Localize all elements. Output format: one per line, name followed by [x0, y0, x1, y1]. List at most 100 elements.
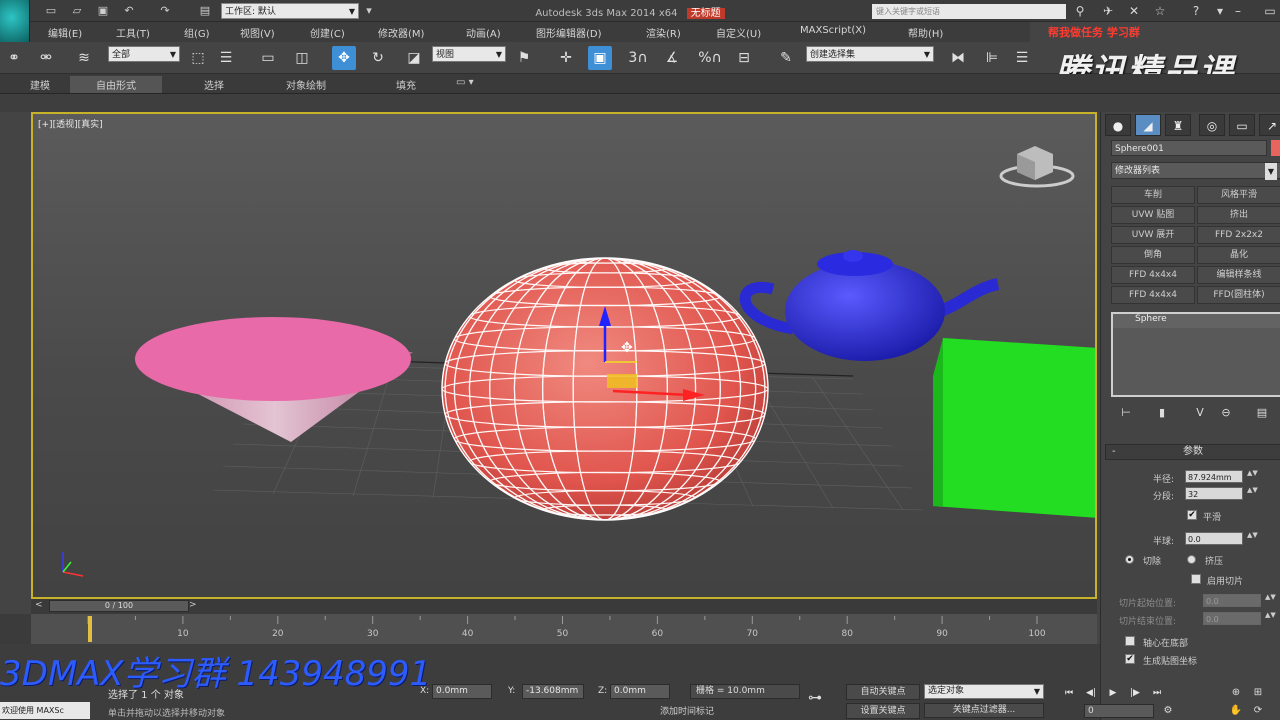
select-link-icon[interactable]: ⚭	[2, 46, 26, 70]
utilities-tab-icon[interactable]: ↗	[1259, 114, 1280, 136]
modifier-button[interactable]: 晶化	[1197, 246, 1280, 264]
save-icon[interactable]: ▣	[96, 4, 110, 17]
workspace-select[interactable]: 工作区: 默认 ▼	[221, 3, 359, 19]
track-bar-toggle[interactable]	[0, 614, 31, 644]
viewport-label[interactable]: [+][透视][真实]	[38, 117, 103, 130]
radius-spinner[interactable]: ▲▼	[1247, 470, 1258, 483]
parameters-rollout-header[interactable]: - 参数	[1105, 444, 1280, 460]
maximize-icon[interactable]: ▭	[1262, 4, 1278, 18]
play-icon[interactable]: ▶	[1104, 686, 1122, 700]
go-to-start-icon[interactable]: ⏮	[1060, 686, 1078, 700]
key-filters-button[interactable]: 关键点过滤器...	[924, 703, 1044, 718]
redo-icon[interactable]: ↷	[158, 4, 172, 17]
prev-frame-arrow-icon[interactable]: <	[35, 600, 43, 610]
menu-maxscript[interactable]: MAXScript(X)	[800, 25, 866, 36]
add-time-tag-button[interactable]: 添加时间标记	[660, 704, 714, 717]
spinner-snap-icon[interactable]: ⊟	[732, 46, 756, 70]
menu-modifiers[interactable]: 修改器(M)	[378, 25, 424, 40]
select-rotate-icon[interactable]: ↻	[366, 46, 390, 70]
chop-radio[interactable]	[1125, 555, 1134, 564]
current-frame-field[interactable]: 0	[1084, 704, 1154, 718]
modifier-button[interactable]: FFD 4x4x4	[1111, 266, 1195, 284]
select-manipulate-icon[interactable]: ✛	[554, 46, 578, 70]
segments-field[interactable]: 32	[1185, 487, 1243, 500]
object-color-swatch[interactable]	[1271, 140, 1280, 156]
maxscript-listener[interactable]: 欢迎使用 MAXSc	[0, 702, 90, 719]
set-key-button[interactable]: 设置关键点	[846, 703, 920, 719]
help-dropdown-icon[interactable]: ▾	[1212, 4, 1228, 18]
modifier-list-select[interactable]: 修改器列表 ▼	[1111, 162, 1280, 180]
remove-modifier-icon[interactable]: ⊖	[1215, 404, 1237, 422]
select-object-icon[interactable]: ⬚	[186, 46, 210, 70]
menu-graph-editors[interactable]: 图形编辑器(D)	[536, 25, 602, 40]
rect-selection-icon[interactable]: ▭	[256, 46, 280, 70]
unlink-icon[interactable]: ⚮	[34, 46, 58, 70]
perspective-viewport[interactable]: ✥ [+][透视][真实]	[31, 112, 1097, 599]
motion-tab-icon[interactable]: ◎	[1199, 114, 1225, 136]
show-end-result-icon[interactable]: ▮	[1151, 404, 1173, 422]
menu-rendering[interactable]: 渲染(R)	[646, 25, 681, 40]
y-coord-field[interactable]: -13.608mm	[522, 684, 584, 699]
squash-radio[interactable]	[1187, 555, 1196, 564]
go-to-end-icon[interactable]: ⏭	[1148, 686, 1166, 700]
ribbon-options-icon[interactable]: ▭ ▾	[456, 77, 474, 88]
orbit-icon[interactable]: ⟳	[1250, 704, 1266, 718]
time-config-icon[interactable]: ⚙	[1160, 704, 1176, 718]
modifier-button[interactable]: 编辑样条线	[1197, 266, 1280, 284]
quick-access-dropdown-icon[interactable]: ▾	[362, 4, 376, 17]
menu-tools[interactable]: 工具(T)	[116, 25, 150, 40]
mirror-icon[interactable]: ⧓	[946, 46, 970, 70]
modifier-button[interactable]: UVW 展开	[1111, 226, 1195, 244]
key-filter-select[interactable]: 选定对象 ▼	[924, 684, 1044, 699]
open-file-icon[interactable]: ▱	[70, 4, 84, 17]
display-tab-icon[interactable]: ▭	[1229, 114, 1255, 136]
modifier-button[interactable]: FFD(圆柱体)	[1197, 286, 1280, 304]
slice-from-spinner[interactable]: ▲▼	[1265, 594, 1276, 607]
modifier-button[interactable]: 风格平滑	[1197, 186, 1280, 204]
modifier-button[interactable]: UVW 贴图	[1111, 206, 1195, 224]
configure-modifier-sets-icon[interactable]: ▤	[1251, 404, 1273, 422]
menu-edit[interactable]: 编辑(E)	[48, 25, 82, 40]
slice-to-spinner[interactable]: ▲▼	[1265, 612, 1276, 625]
angle-snap-icon[interactable]: ∡	[660, 46, 684, 70]
modifier-button[interactable]: 车削	[1111, 186, 1195, 204]
zoom-all-icon[interactable]: ⊞	[1250, 686, 1266, 700]
menu-group[interactable]: 组(G)	[184, 25, 210, 40]
keyboard-shortcut-override-icon[interactable]: ▣	[588, 46, 612, 70]
menu-animation[interactable]: 动画(A)	[466, 25, 501, 40]
favorites-star-icon[interactable]: ☆	[1152, 4, 1168, 18]
tab-selection[interactable]: 选择	[204, 77, 224, 92]
hierarchy-tab-icon[interactable]: ♜	[1165, 114, 1191, 136]
hemisphere-spinner[interactable]: ▲▼	[1247, 532, 1258, 545]
app-logo[interactable]	[0, 0, 30, 44]
segments-spinner[interactable]: ▲▼	[1247, 487, 1258, 500]
menu-customize[interactable]: 自定义(U)	[716, 25, 761, 40]
smooth-checkbox[interactable]: ✔	[1187, 510, 1197, 520]
pivot-center-icon[interactable]: ⚑	[512, 46, 536, 70]
edit-named-selection-icon[interactable]: ✎	[774, 46, 798, 70]
modify-tab-icon[interactable]: ◢	[1135, 114, 1161, 136]
project-folder-icon[interactable]: ▤	[198, 4, 212, 17]
select-by-name-icon[interactable]: ☰	[214, 46, 238, 70]
select-move-icon[interactable]: ✥	[332, 46, 356, 70]
next-frame-arrow-icon[interactable]: >	[189, 600, 197, 610]
search-input[interactable]: 键入关键字或短语	[872, 4, 1066, 19]
tab-freeform[interactable]: 自由形式	[70, 76, 162, 93]
selection-filter-select[interactable]: 全部 ▼	[108, 46, 180, 62]
window-crossing-icon[interactable]: ◫	[290, 46, 314, 70]
auto-key-button[interactable]: 自动关键点	[846, 684, 920, 700]
gen-mapping-checkbox[interactable]: ✔	[1125, 654, 1135, 664]
menu-views[interactable]: 视图(V)	[240, 25, 275, 40]
help-icon[interactable]: ?	[1188, 4, 1204, 18]
stack-item-sphere[interactable]: Sphere	[1113, 314, 1280, 328]
next-frame-icon[interactable]: |▶	[1126, 686, 1144, 700]
reference-coordinate-select[interactable]: 视图 ▼	[432, 46, 506, 62]
zoom-icon[interactable]: ⊕	[1228, 686, 1244, 700]
modifier-button[interactable]: FFD 4x4x4	[1111, 286, 1195, 304]
modifier-button[interactable]: 挤出	[1197, 206, 1280, 224]
modifier-stack[interactable]: Sphere	[1111, 312, 1280, 397]
pin-stack-icon[interactable]: ⊢	[1115, 404, 1137, 422]
prev-frame-icon[interactable]: ◀|	[1082, 686, 1100, 700]
object-name-field[interactable]: Sphere001	[1111, 140, 1267, 156]
track-bar[interactable]: 10 20 30 40 50 60 70 80 90 100	[31, 614, 1097, 644]
